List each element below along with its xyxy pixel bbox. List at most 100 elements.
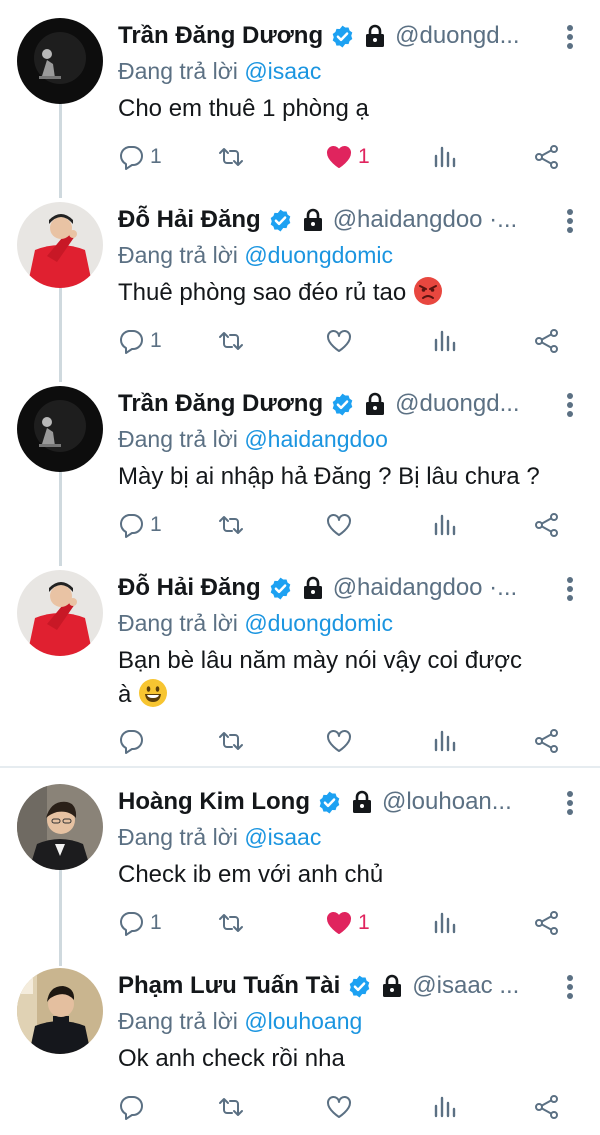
share-button[interactable] <box>534 1092 560 1122</box>
stats-icon <box>434 730 456 752</box>
share-button[interactable] <box>534 326 560 356</box>
reply-tweet[interactable]: Đỗ Hải Đăng @haidangdoo ·... Đang trả lờ… <box>0 202 600 372</box>
avatar[interactable] <box>17 570 103 656</box>
action-bar: 1 1 <box>118 908 578 938</box>
avatar-dark-portrait <box>17 386 103 472</box>
tweet-header: Đỗ Hải Đăng @haidangdoo ·... <box>118 570 558 606</box>
display-name[interactable]: Đỗ Hải Đăng <box>118 206 261 234</box>
retweet-button[interactable] <box>218 326 244 356</box>
replying-to: Đang trả lời @louhoang <box>118 1008 362 1035</box>
mention-link[interactable]: @duongdomic <box>244 242 393 268</box>
handle[interactable]: @duongd... <box>395 390 519 418</box>
like-icon <box>327 146 351 168</box>
like-button[interactable]: 1 <box>326 908 370 938</box>
reply-tweet[interactable]: Trần Đăng Dương @duongd... Đang trả lời … <box>0 18 600 188</box>
avatar[interactable] <box>17 202 103 288</box>
like-button[interactable] <box>326 1092 352 1122</box>
handle[interactable]: @isaac ... <box>412 972 519 1000</box>
retweet-icon <box>219 1098 243 1116</box>
reply-tweet[interactable]: Trần Đăng Dương @duongd... Đang trả lời … <box>0 386 600 556</box>
share-button[interactable] <box>534 142 560 172</box>
retweet-icon <box>219 516 243 534</box>
lock-icon <box>366 24 385 47</box>
reply-button[interactable] <box>118 726 150 756</box>
avatar[interactable] <box>17 784 103 870</box>
reply-tweet[interactable]: Đỗ Hải Đăng @haidangdoo ·... Đang trả lờ… <box>0 570 600 760</box>
stats-button[interactable] <box>432 510 458 540</box>
avatar[interactable] <box>17 18 103 104</box>
stats-button[interactable] <box>432 1092 458 1122</box>
handle[interactable]: @haidangdoo ·... <box>333 574 518 602</box>
retweet-button[interactable] <box>218 142 244 172</box>
display-name[interactable]: Phạm Lưu Tuấn Tài <box>118 972 340 1000</box>
display-name[interactable]: Trần Đăng Dương <box>118 390 323 418</box>
stats-button[interactable] <box>432 326 458 356</box>
display-name[interactable]: Hoàng Kim Long <box>118 788 310 816</box>
share-button[interactable] <box>534 908 560 938</box>
handle[interactable]: @duongd... <box>395 22 519 50</box>
more-options-icon[interactable] <box>566 974 574 1000</box>
mention-link[interactable]: @duongdomic <box>244 610 393 636</box>
retweet-button[interactable] <box>218 908 244 938</box>
reply-button[interactable]: 1 <box>118 510 162 540</box>
reply-icon <box>120 730 143 754</box>
retweet-button[interactable] <box>218 726 244 756</box>
verified-badge-icon <box>319 791 340 813</box>
handle[interactable]: @louhoan... <box>382 788 512 816</box>
stats-button[interactable] <box>432 726 458 756</box>
handle[interactable]: @haidangdoo ·... <box>333 206 518 234</box>
retweet-button[interactable] <box>218 510 244 540</box>
avatar[interactable] <box>17 968 103 1054</box>
lock-icon <box>383 974 402 997</box>
more-options-icon[interactable] <box>566 576 574 602</box>
reply-icon <box>120 146 143 170</box>
share-button[interactable] <box>534 510 560 540</box>
action-bar: 1 <box>118 510 578 540</box>
share-button[interactable] <box>534 726 560 756</box>
reply-icon <box>120 330 143 354</box>
stats-button[interactable] <box>432 908 458 938</box>
reply-button[interactable]: 1 <box>118 326 162 356</box>
share-icon <box>535 911 558 935</box>
replying-to: Đang trả lời @isaac <box>118 824 321 851</box>
reply-count: 1 <box>150 513 162 536</box>
mention-link[interactable]: @haidangdoo <box>244 426 388 452</box>
like-button[interactable] <box>326 326 352 356</box>
mention-link[interactable]: @isaac <box>244 58 321 84</box>
like-button[interactable] <box>326 726 352 756</box>
reply-tweet[interactable]: Phạm Lưu Tuấn Tài @isaac ... Đang trả lờ… <box>0 968 600 1128</box>
like-count: 1 <box>358 145 370 168</box>
lock-icon <box>352 790 371 813</box>
reply-button[interactable]: 1 <box>118 142 162 172</box>
reply-button[interactable]: 1 <box>118 908 162 938</box>
more-options-icon[interactable] <box>566 392 574 418</box>
reply-tweet[interactable]: Hoàng Kim Long @louhoan... Đang trả lời … <box>0 784 600 954</box>
action-bar: 1 1 <box>118 142 578 172</box>
share-icon <box>535 145 558 169</box>
more-options-icon[interactable] <box>566 790 574 816</box>
display-name[interactable]: Đỗ Hải Đăng <box>118 574 261 602</box>
more-options-icon[interactable] <box>566 24 574 50</box>
retweet-icon <box>219 332 243 350</box>
retweet-icon <box>219 148 243 166</box>
mention-link[interactable]: @isaac <box>244 824 321 850</box>
tweet-text: Check ib em với anh chủ <box>118 861 384 888</box>
like-button[interactable]: 1 <box>326 142 370 172</box>
grinning-face-emoji <box>139 679 168 707</box>
like-icon <box>327 514 351 536</box>
tweet-header: Trần Đăng Dương @duongd... <box>118 18 558 54</box>
stats-icon <box>434 1096 456 1118</box>
like-button[interactable] <box>326 510 352 540</box>
stats-button[interactable] <box>432 142 458 172</box>
retweet-button[interactable] <box>218 1092 244 1122</box>
reply-button[interactable] <box>118 1092 150 1122</box>
mention-link[interactable]: @louhoang <box>244 1008 362 1034</box>
verified-badge-icon <box>270 209 290 231</box>
avatar[interactable] <box>17 386 103 472</box>
replying-label: Đang trả lời <box>118 426 245 452</box>
retweet-icon <box>219 914 243 932</box>
tweet-text: Cho em thuê 1 phòng ạ <box>118 95 369 122</box>
action-bar: 1 <box>118 326 578 356</box>
display-name[interactable]: Trần Đăng Dương <box>118 22 323 50</box>
more-options-icon[interactable] <box>566 208 574 234</box>
